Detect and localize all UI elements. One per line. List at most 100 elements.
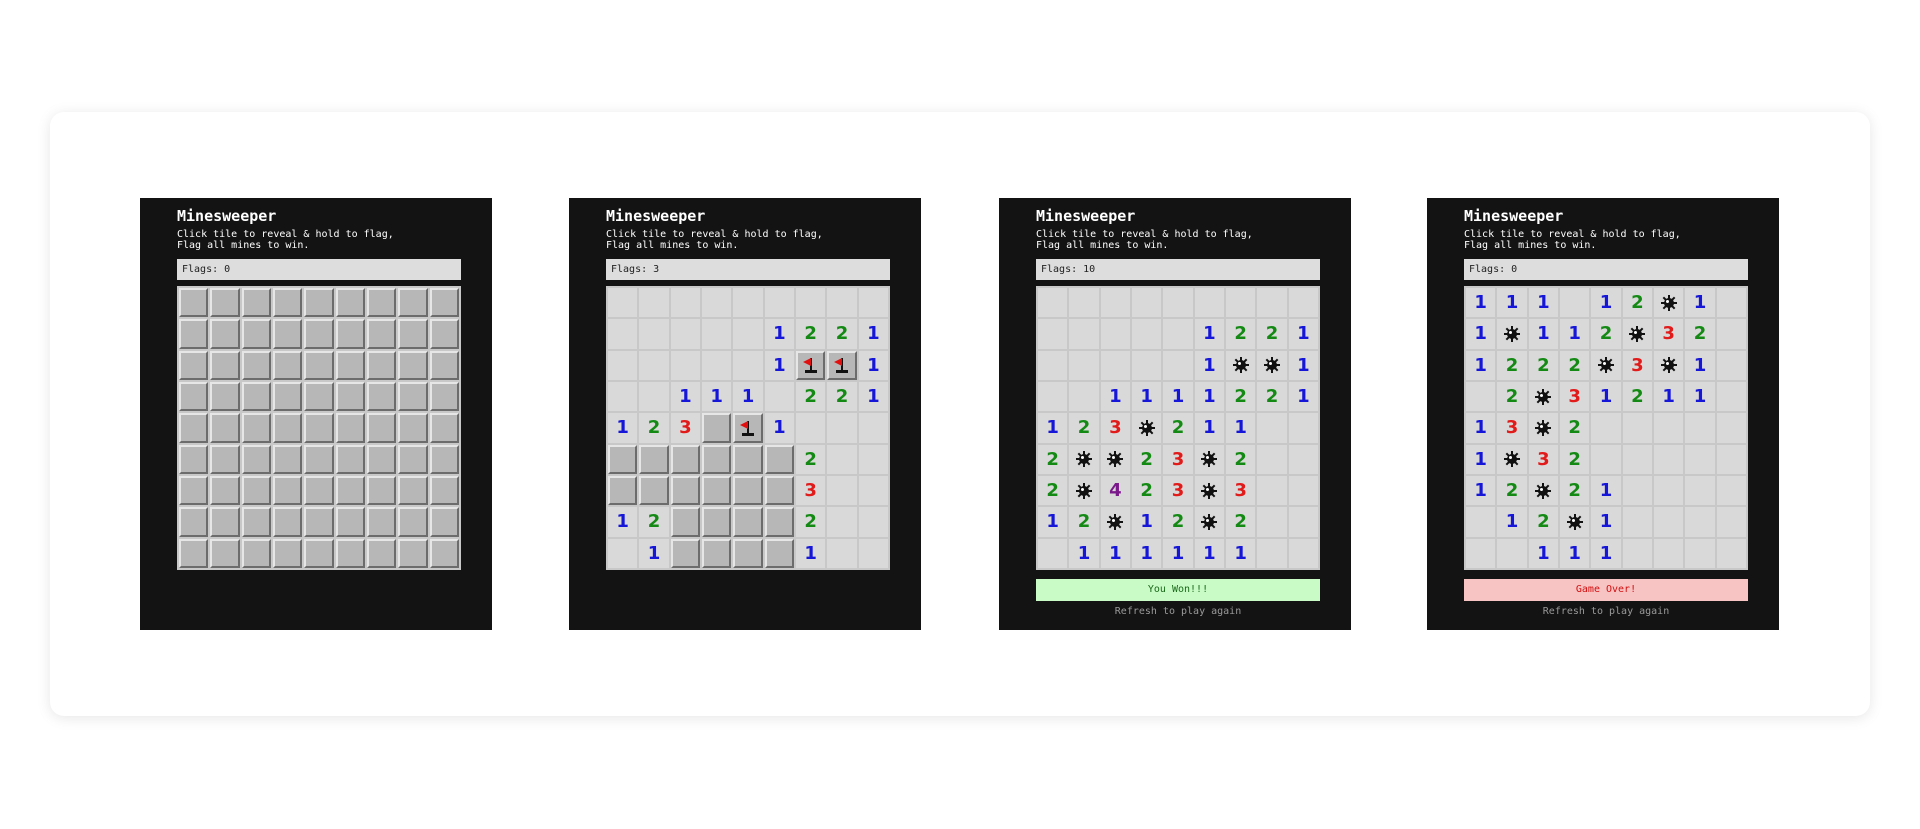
number-tile[interactable]: 2 (639, 413, 669, 443)
mine-tile[interactable] (1100, 507, 1130, 537)
hidden-tile[interactable] (335, 476, 365, 506)
mine-tile[interactable] (1100, 444, 1130, 474)
hidden-tile[interactable] (273, 507, 303, 537)
number-tile[interactable]: 2 (1497, 476, 1527, 506)
hidden-tile[interactable] (304, 413, 334, 443)
empty-tile[interactable] (702, 288, 732, 318)
hidden-tile[interactable] (241, 538, 271, 568)
hidden-tile[interactable] (335, 319, 365, 349)
flagged-tile[interactable] (796, 350, 826, 380)
empty-tile[interactable] (1685, 413, 1715, 443)
hidden-tile[interactable] (670, 476, 700, 506)
number-tile[interactable]: 1 (1685, 382, 1715, 412)
number-tile[interactable]: 2 (1069, 507, 1099, 537)
empty-tile[interactable] (1685, 538, 1715, 568)
number-tile[interactable]: 4 (1100, 476, 1130, 506)
number-tile[interactable]: 3 (1528, 444, 1558, 474)
empty-tile[interactable] (1654, 507, 1684, 537)
number-tile[interactable]: 1 (1194, 382, 1224, 412)
empty-tile[interactable] (764, 288, 794, 318)
number-tile[interactable]: 1 (1591, 382, 1621, 412)
number-tile[interactable]: 2 (1560, 444, 1590, 474)
hidden-tile[interactable] (702, 444, 732, 474)
number-tile[interactable]: 1 (1226, 538, 1256, 568)
empty-tile[interactable] (1257, 476, 1287, 506)
empty-tile[interactable] (1685, 507, 1715, 537)
empty-tile[interactable] (1622, 507, 1652, 537)
number-tile[interactable]: 1 (1466, 288, 1496, 318)
empty-tile[interactable] (1257, 444, 1287, 474)
hidden-tile[interactable] (670, 538, 700, 568)
hidden-tile[interactable] (304, 319, 334, 349)
hidden-tile[interactable] (367, 538, 397, 568)
hidden-tile[interactable] (210, 382, 240, 412)
number-tile[interactable]: 2 (827, 319, 857, 349)
empty-tile[interactable] (1591, 444, 1621, 474)
number-tile[interactable]: 1 (1466, 413, 1496, 443)
flagged-tile[interactable] (827, 350, 857, 380)
hidden-tile[interactable] (179, 350, 209, 380)
empty-tile[interactable] (827, 413, 857, 443)
number-tile[interactable]: 2 (1226, 507, 1256, 537)
empty-tile[interactable] (1038, 319, 1068, 349)
hidden-tile[interactable] (241, 476, 271, 506)
hidden-tile[interactable] (304, 507, 334, 537)
empty-tile[interactable] (733, 319, 763, 349)
hidden-tile[interactable] (335, 288, 365, 318)
empty-tile[interactable] (1194, 288, 1224, 318)
empty-tile[interactable] (1132, 319, 1162, 349)
number-tile[interactable]: 2 (796, 507, 826, 537)
hidden-tile[interactable] (367, 350, 397, 380)
number-tile[interactable]: 1 (1288, 382, 1318, 412)
empty-tile[interactable] (608, 382, 638, 412)
hidden-tile[interactable] (335, 444, 365, 474)
number-tile[interactable]: 1 (702, 382, 732, 412)
hidden-tile[interactable] (273, 350, 303, 380)
hidden-tile[interactable] (179, 444, 209, 474)
empty-tile[interactable] (1257, 288, 1287, 318)
empty-tile[interactable] (1163, 319, 1193, 349)
hidden-tile[interactable] (335, 538, 365, 568)
number-tile[interactable]: 2 (639, 507, 669, 537)
empty-tile[interactable] (1716, 444, 1746, 474)
number-tile[interactable]: 1 (764, 319, 794, 349)
hidden-tile[interactable] (304, 288, 334, 318)
mine-tile[interactable] (1497, 444, 1527, 474)
empty-tile[interactable] (1257, 413, 1287, 443)
hidden-tile[interactable] (733, 507, 763, 537)
hidden-tile[interactable] (179, 507, 209, 537)
empty-tile[interactable] (639, 288, 669, 318)
mine-tile[interactable] (1654, 350, 1684, 380)
mine-tile[interactable] (1528, 476, 1558, 506)
number-tile[interactable]: 2 (1226, 444, 1256, 474)
number-tile[interactable]: 1 (1466, 319, 1496, 349)
hidden-tile[interactable] (764, 507, 794, 537)
empty-tile[interactable] (1132, 350, 1162, 380)
number-tile[interactable]: 1 (1528, 288, 1558, 318)
empty-tile[interactable] (827, 507, 857, 537)
number-tile[interactable]: 1 (1591, 507, 1621, 537)
hidden-tile[interactable] (210, 444, 240, 474)
number-tile[interactable]: 2 (1226, 382, 1256, 412)
mine-tile[interactable] (1069, 444, 1099, 474)
hidden-tile[interactable] (273, 538, 303, 568)
empty-tile[interactable] (1654, 538, 1684, 568)
number-tile[interactable]: 1 (764, 413, 794, 443)
number-tile[interactable]: 2 (1163, 413, 1193, 443)
empty-tile[interactable] (702, 350, 732, 380)
hidden-tile[interactable] (241, 444, 271, 474)
hidden-tile[interactable] (335, 382, 365, 412)
hidden-tile[interactable] (179, 319, 209, 349)
hidden-tile[interactable] (670, 507, 700, 537)
hidden-tile[interactable] (398, 476, 428, 506)
hidden-tile[interactable] (210, 413, 240, 443)
number-tile[interactable]: 2 (1069, 413, 1099, 443)
empty-tile[interactable] (1288, 538, 1318, 568)
hidden-tile[interactable] (639, 476, 669, 506)
hidden-tile[interactable] (702, 476, 732, 506)
hidden-tile[interactable] (429, 350, 459, 380)
empty-tile[interactable] (1622, 413, 1652, 443)
hidden-tile[interactable] (429, 382, 459, 412)
empty-tile[interactable] (733, 288, 763, 318)
hidden-tile[interactable] (367, 382, 397, 412)
